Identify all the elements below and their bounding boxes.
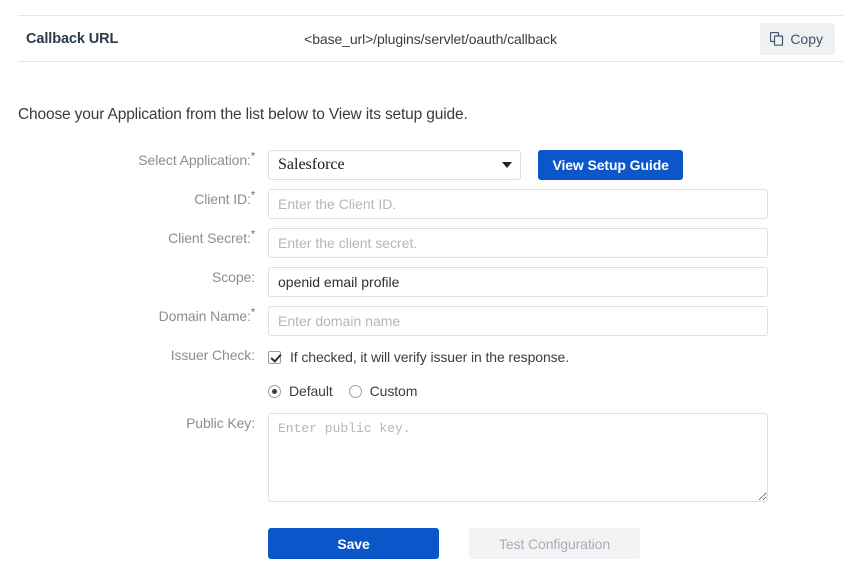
issuer-check-checkbox-line: If checked, it will verify issuer in the…	[268, 345, 569, 367]
control-issuer-check: If checked, it will verify issuer in the…	[268, 345, 569, 401]
label-public-key: Public Key:	[0, 413, 255, 433]
public-key-textarea[interactable]	[268, 413, 768, 502]
label-client-secret-text: Client Secret:	[168, 230, 251, 246]
copy-icon	[770, 32, 784, 46]
required-asterisk: *	[250, 189, 255, 202]
issuer-check-radio-group: Default Custom	[268, 381, 569, 401]
radio-custom-label: Custom	[369, 383, 418, 399]
copy-button-label: Copy	[790, 31, 823, 47]
label-domain-name: Domain Name:*	[0, 306, 255, 326]
radio-custom[interactable]	[348, 384, 362, 398]
label-scope: Scope:	[0, 267, 255, 287]
row-issuer-check: Issuer Check: If checked, it will verify…	[0, 345, 861, 401]
control-actions: Save Test Configuration	[268, 528, 640, 559]
scope-input[interactable]	[268, 267, 768, 297]
radio-default[interactable]	[268, 384, 281, 398]
row-client-id: Client ID:*	[0, 189, 861, 219]
issuer-check-checkbox-label: If checked, it will verify issuer in the…	[290, 349, 570, 365]
issuer-check-checkbox[interactable]	[268, 350, 281, 364]
label-scope-text: Scope:	[212, 269, 255, 285]
client-secret-input[interactable]	[268, 228, 768, 258]
intro-text: Choose your Application from the list be…	[18, 106, 468, 123]
control-client-secret	[268, 228, 768, 258]
control-select-application: Salesforce View Setup Guide	[268, 150, 683, 180]
required-asterisk: *	[250, 306, 255, 319]
label-select-application: Select Application:*	[0, 150, 255, 170]
control-domain-name	[268, 306, 768, 336]
label-public-key-text: Public Key:	[186, 415, 255, 431]
label-domain-name-text: Domain Name:	[158, 308, 251, 324]
label-select-application-text: Select Application:	[138, 152, 251, 168]
row-public-key: Public Key:	[0, 413, 861, 507]
callback-url-value: <base_url>/plugins/servlet/oauth/callbac…	[304, 30, 557, 47]
label-client-id: Client ID:*	[0, 189, 255, 209]
control-public-key	[268, 413, 768, 507]
required-asterisk: *	[250, 150, 255, 163]
view-setup-guide-button[interactable]: View Setup Guide	[538, 150, 683, 180]
row-scope: Scope:	[0, 267, 861, 297]
row-client-secret: Client Secret:*	[0, 228, 861, 258]
row-select-application: Select Application:* Salesforce View Set…	[0, 150, 861, 180]
label-issuer-check: Issuer Check:	[0, 345, 255, 365]
save-button[interactable]: Save	[268, 528, 439, 559]
control-client-id	[268, 189, 768, 219]
client-id-input[interactable]	[268, 189, 768, 219]
label-client-id-text: Client ID:	[194, 191, 251, 207]
copy-button[interactable]: Copy	[760, 23, 835, 55]
select-application-dropdown[interactable]: Salesforce	[268, 150, 521, 180]
oauth-config-form: Select Application:* Salesforce View Set…	[0, 150, 861, 559]
callback-url-row: Callback URL <base_url>/plugins/servlet/…	[18, 15, 843, 62]
label-client-secret: Client Secret:*	[0, 228, 255, 248]
radio-default-label: Default	[289, 383, 333, 399]
label-issuer-check-text: Issuer Check:	[170, 347, 255, 363]
select-application-value: Salesforce	[268, 150, 521, 180]
row-actions: Save Test Configuration	[0, 528, 861, 559]
domain-name-input[interactable]	[268, 306, 768, 336]
test-configuration-button[interactable]: Test Configuration	[469, 528, 640, 559]
row-domain-name: Domain Name:*	[0, 306, 861, 336]
control-scope	[268, 267, 768, 297]
required-asterisk: *	[250, 228, 255, 241]
